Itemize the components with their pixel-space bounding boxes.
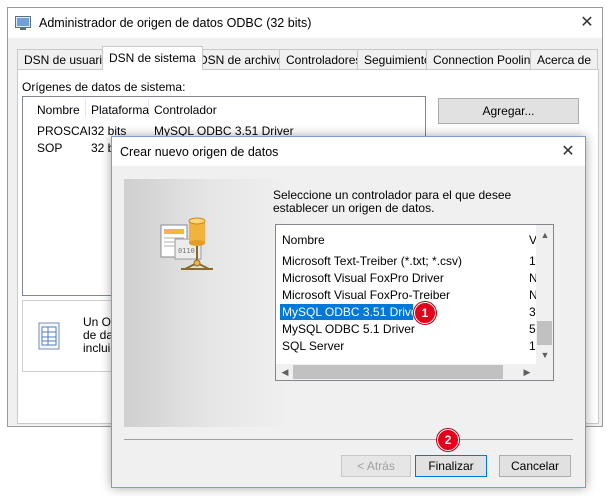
horizontal-scroll-thumb[interactable] — [293, 365, 503, 379]
column-header-plataforma[interactable]: Plataforma — [91, 103, 149, 117]
add-button[interactable]: Agregar... — [438, 98, 579, 124]
finish-button[interactable]: Finalizar — [415, 455, 487, 477]
system-sources-label: Orígenes de datos de sistema: — [22, 80, 186, 94]
dsn-name: SOP — [37, 141, 63, 155]
odbc-admin-icon — [15, 16, 31, 30]
dsn-name: PROSCAI — [37, 124, 92, 138]
cancel-button[interactable]: Cancelar — [499, 455, 571, 477]
driver-version: 1 — [529, 254, 536, 268]
tab-acerca-de[interactable]: Acerca de — [530, 49, 599, 69]
table-row[interactable]: PROSCAI — [37, 124, 91, 138]
column-header-nombre[interactable]: Nombre — [37, 103, 80, 117]
svg-text:0110: 0110 — [178, 247, 195, 255]
step-1-badge: 1 — [414, 302, 436, 324]
driver-list[interactable]: Nombre V Microsoft Text-Treiber (*.txt; … — [275, 224, 554, 381]
driver-item[interactable]: MySQL ODBC 5.1 Driver — [280, 321, 520, 337]
driver-item[interactable]: Microsoft Visual FoxPro-Treiber — [280, 287, 520, 303]
driver-version: 3 — [529, 305, 536, 319]
driver-item[interactable]: SQL Server — [280, 338, 520, 354]
database-wizard-icon: 0110 — [157, 217, 217, 282]
table-row[interactable]: SOP — [37, 141, 62, 155]
scroll-down-icon[interactable]: ▼ — [537, 347, 553, 363]
column-separator — [85, 99, 86, 117]
column-header-controlador[interactable]: Controlador — [154, 103, 217, 117]
step-2-badge: 2 — [437, 429, 459, 451]
driver-version: 1 — [529, 339, 536, 353]
create-data-source-dialog: Crear nuevo origen de datos ✕ 0110 Selec… — [111, 136, 586, 488]
main-title-bar: Administrador de origen de datos ODBC (3… — [8, 8, 602, 38]
tab-dsn-archivo[interactable]: DSN de archivo — [192, 49, 291, 69]
back-button[interactable]: < Atrás — [341, 455, 411, 477]
tab-dsn-usuario[interactable]: DSN de usuario — [17, 49, 116, 69]
wizard-illustration: 0110 — [124, 179, 284, 427]
dialog-title: Crear nuevo origen de datos — [120, 145, 279, 159]
main-close-button[interactable]: ✕ — [576, 13, 598, 33]
driver-item[interactable]: Microsoft Visual FoxPro Driver — [280, 270, 520, 286]
dialog-instruction: Seleccione un controlador para el que de… — [273, 188, 512, 215]
tab-dsn-sistema[interactable]: DSN de sistema — [102, 46, 203, 70]
document-table-icon — [37, 321, 63, 354]
driver-item-selected[interactable]: MySQL ODBC 3.51 Driver — [280, 304, 422, 320]
driver-version: 5 — [529, 322, 536, 336]
dialog-title-bar: Crear nuevo origen de datos ✕ — [112, 137, 585, 166]
driver-item[interactable]: Microsoft Text-Treiber (*.txt; *.csv) — [280, 253, 520, 269]
vertical-scroll-thumb[interactable] — [537, 321, 552, 345]
tab-controladores[interactable]: Controladores — [279, 49, 369, 69]
main-window-title: Administrador de origen de datos ODBC (3… — [39, 16, 312, 30]
dialog-close-button[interactable]: ✕ — [556, 141, 580, 163]
scroll-up-icon[interactable]: ▲ — [537, 227, 553, 243]
dialog-separator — [124, 439, 573, 440]
scroll-left-icon[interactable]: ◀ — [277, 364, 293, 380]
column-header-nombre[interactable]: Nombre — [282, 233, 325, 247]
scroll-right-icon[interactable]: ▶ — [519, 364, 535, 380]
tab-connection-pooling[interactable]: Connection Pooling — [426, 49, 545, 69]
